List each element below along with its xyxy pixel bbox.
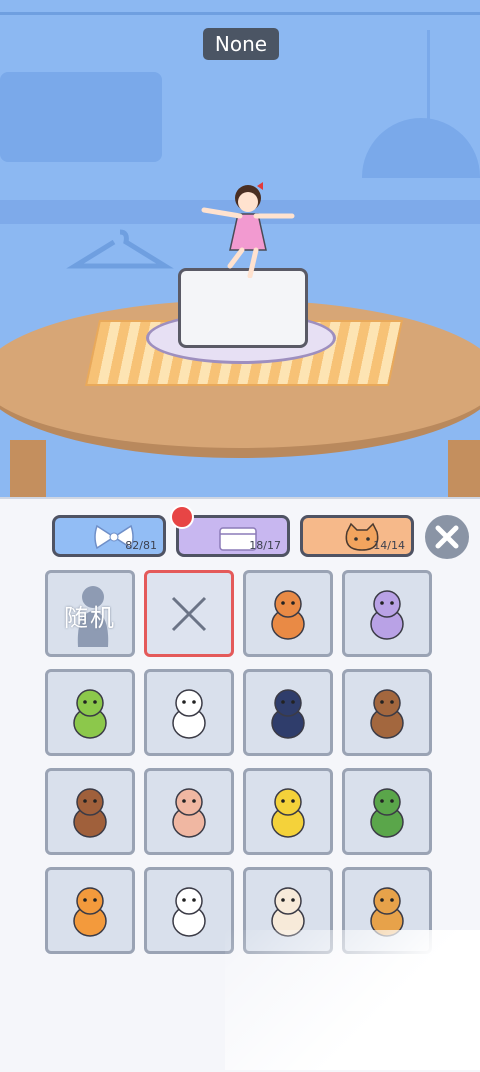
table-leg-left bbox=[10, 440, 46, 505]
grid-item-squirrel[interactable] bbox=[342, 669, 432, 756]
green-parrot-icon bbox=[73, 688, 107, 739]
corner-glow bbox=[225, 930, 480, 1070]
panda-icon bbox=[172, 886, 206, 937]
lamp-cord bbox=[427, 30, 430, 120]
grid-item-yellow-snake[interactable] bbox=[243, 768, 333, 855]
grid-item-rabbit[interactable] bbox=[144, 669, 234, 756]
tab-animals[interactable]: 14/14 bbox=[300, 515, 414, 557]
random-label: 随机 bbox=[64, 604, 116, 632]
grid-item-frog-on-turtle[interactable] bbox=[342, 768, 432, 855]
hanger-icon bbox=[66, 229, 174, 269]
girl-figure bbox=[201, 182, 295, 278]
cake bbox=[178, 268, 308, 348]
grid-item-shiba-dog[interactable] bbox=[243, 570, 333, 657]
pig-icon bbox=[172, 787, 206, 838]
notification-badge bbox=[170, 505, 194, 529]
selection-label: None bbox=[203, 28, 279, 60]
grid-item-fox[interactable] bbox=[45, 867, 135, 954]
squirrel-icon bbox=[370, 688, 404, 739]
table-leg-right bbox=[448, 440, 480, 505]
cake-scene: None bbox=[0, 0, 480, 505]
tab-animals-count: 14/14 bbox=[373, 539, 405, 552]
frog-on-turtle-icon bbox=[370, 787, 404, 838]
grid-item-purple-cat[interactable] bbox=[342, 570, 432, 657]
grid-item-none[interactable] bbox=[144, 570, 234, 657]
wall-stripe bbox=[0, 12, 480, 15]
grid-item-brown-bear[interactable] bbox=[45, 768, 135, 855]
fox-icon bbox=[73, 886, 107, 937]
penguin-icon bbox=[271, 688, 305, 739]
grid-item-pig[interactable] bbox=[144, 768, 234, 855]
purple-cat-icon bbox=[370, 589, 404, 640]
brown-bear-icon bbox=[73, 787, 107, 838]
none-x-icon bbox=[171, 596, 207, 631]
grid-item-panda[interactable] bbox=[144, 867, 234, 954]
tab-bows-count: 82/81 bbox=[125, 539, 157, 552]
shiba-dog-icon bbox=[271, 589, 305, 640]
grid-item-penguin[interactable] bbox=[243, 669, 333, 756]
close-button[interactable] bbox=[425, 515, 469, 559]
rabbit-icon bbox=[172, 688, 206, 739]
tab-bows[interactable]: 82/81 bbox=[52, 515, 166, 557]
lamp-shade bbox=[362, 118, 480, 178]
close-icon bbox=[435, 525, 459, 549]
grid-item-green-parrot[interactable] bbox=[45, 669, 135, 756]
yellow-snake-icon bbox=[271, 787, 305, 838]
grid-item-random[interactable]: 随机 bbox=[45, 570, 135, 657]
wall-frame bbox=[0, 72, 162, 162]
tab-boxes-count: 18/17 bbox=[249, 539, 281, 552]
